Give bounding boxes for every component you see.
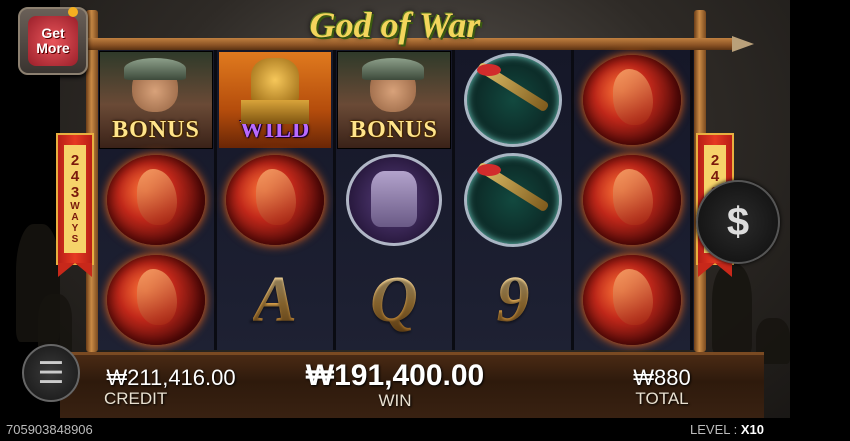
card-letter: Q xyxy=(370,263,418,336)
reel-symbol-letter: 9 xyxy=(455,250,571,350)
ways-letter: A xyxy=(71,212,79,223)
win-display: ₩191,400.00 WIN xyxy=(285,360,505,410)
get-more-button[interactable]: Get More xyxy=(18,7,88,75)
reel-grid: BONUS WILD A BONUS Q 9 xyxy=(98,50,694,350)
blade-icon xyxy=(464,53,562,147)
red-horse-icon xyxy=(583,55,681,145)
footer-bar: 705903848906 LEVEL : X10 xyxy=(0,418,850,441)
ways-letter: W xyxy=(70,201,80,212)
right-letterbox xyxy=(790,0,850,441)
reel-column: 9 xyxy=(455,50,574,350)
gift-icon: Get More xyxy=(28,16,78,66)
credit-display: ₩211,416.00 CREDIT xyxy=(96,366,246,408)
level-indicator: LEVEL : X10 xyxy=(690,422,764,437)
reel-symbol-general: BONUS xyxy=(98,50,214,150)
reel-symbol-red-horse xyxy=(98,150,214,250)
general-icon: BONUS xyxy=(337,51,451,149)
reel-symbol-red-horse xyxy=(98,250,214,350)
reel-symbol-armor xyxy=(336,150,452,250)
credit-value: ₩211,416.00 xyxy=(106,365,236,390)
ways-digit: 4 xyxy=(710,168,720,185)
reel-symbol-golden-seal: WILD xyxy=(217,50,333,150)
ways-digit: 2 xyxy=(70,152,80,169)
total-value: ₩880 xyxy=(633,365,691,390)
win-label: WIN xyxy=(378,391,412,410)
hamburger-icon: ☰ xyxy=(37,356,65,390)
total-label: TOTAL xyxy=(635,389,689,408)
ways-digit: 2 xyxy=(710,152,720,169)
soldier-silhouette xyxy=(712,264,752,354)
red-horse-icon xyxy=(107,255,205,345)
ways-letter: S xyxy=(71,234,79,245)
win-value: ₩191,400.00 xyxy=(305,359,485,392)
red-horse-icon xyxy=(583,255,681,345)
red-horse-icon xyxy=(226,155,324,245)
reel-column: WILD A xyxy=(217,50,336,350)
reel-column: BONUS Q xyxy=(336,50,455,350)
menu-button[interactable]: ☰ xyxy=(22,344,80,402)
session-id: 705903848906 xyxy=(6,422,93,437)
game-screen: BONUS WILD A BONUS Q 9 2 4 3 W A Y S 2 4 3 W … xyxy=(0,0,850,441)
notification-dot xyxy=(68,7,78,17)
card-letter: A xyxy=(252,263,298,336)
ways-banner-left: 2 4 3 W A Y S xyxy=(56,133,94,277)
golden-seal-icon: WILD xyxy=(219,52,331,148)
level-label: LEVEL : xyxy=(690,422,738,437)
blade-icon xyxy=(464,153,562,247)
reel-column xyxy=(574,50,693,350)
reel-symbol-red-horse xyxy=(574,150,690,250)
red-horse-icon xyxy=(107,155,205,245)
symbol-label: WILD xyxy=(239,117,311,143)
get-more-label: Get xyxy=(41,25,65,41)
ways-digit: 4 xyxy=(70,168,80,185)
general-icon: BONUS xyxy=(99,51,213,149)
total-bet-display[interactable]: ₩880 TOTAL xyxy=(612,366,712,408)
level-value: X10 xyxy=(740,422,764,437)
ways-letter: Y xyxy=(71,223,79,234)
reel-symbol-general: BONUS xyxy=(336,50,452,150)
reel-symbol-letter: A xyxy=(217,250,333,350)
reel-symbol-red-horse xyxy=(574,250,690,350)
reel-symbol-red-horse xyxy=(217,150,333,250)
card-letter: 9 xyxy=(496,263,530,336)
armor-icon xyxy=(346,154,442,246)
reel-symbol-letter: Q xyxy=(336,250,452,350)
spin-button[interactable]: $ xyxy=(696,180,780,264)
reel-symbol-red-horse xyxy=(574,50,690,150)
ways-digit: 3 xyxy=(70,184,80,201)
symbol-label: BONUS xyxy=(350,117,438,143)
symbol-label: BONUS xyxy=(112,117,200,143)
reel-column: BONUS xyxy=(98,50,217,350)
reel-symbol-blade xyxy=(455,50,571,150)
dollar-icon: $ xyxy=(726,199,750,244)
get-more-label: More xyxy=(36,40,70,56)
credit-label: CREDIT xyxy=(104,389,168,408)
game-title-logo: God of War xyxy=(309,5,481,45)
spear-tip xyxy=(732,36,754,52)
reel-symbol-blade xyxy=(455,150,571,250)
red-horse-icon xyxy=(583,155,681,245)
